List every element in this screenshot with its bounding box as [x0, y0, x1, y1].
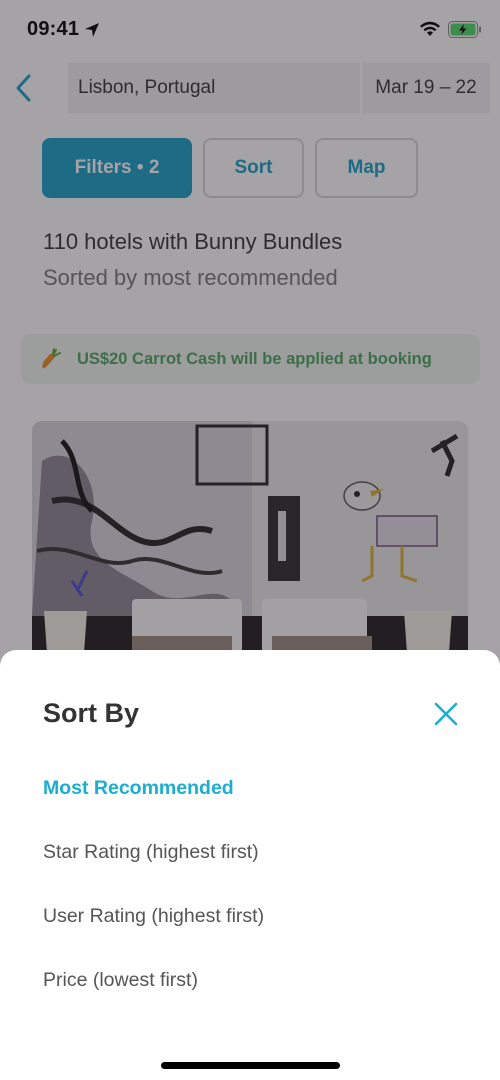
home-indicator[interactable] — [161, 1062, 340, 1069]
sort-option-most-recommended[interactable]: Most Recommended — [43, 777, 234, 800]
sort-option-user-rating[interactable]: User Rating (highest first) — [43, 905, 264, 928]
sheet-title: Sort By — [43, 698, 140, 728]
sort-option-star-rating[interactable]: Star Rating (highest first) — [43, 841, 259, 864]
sort-sheet: Sort By Most Recommended Star Rating (hi… — [0, 650, 500, 1080]
hotel-results-page: 09:41 Lisbon, Portugal Mar 19 – 22 Filte… — [0, 0, 500, 1080]
close-button[interactable] — [428, 696, 464, 732]
close-icon — [434, 702, 458, 726]
sort-option-price[interactable]: Price (lowest first) — [43, 969, 198, 992]
